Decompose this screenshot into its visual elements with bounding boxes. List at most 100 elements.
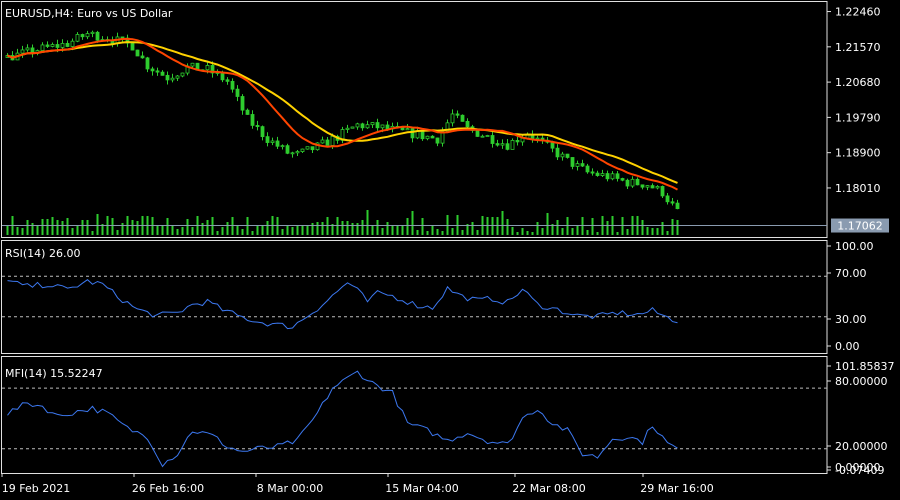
candle-bear — [360, 123, 365, 129]
volume-bar — [381, 228, 384, 235]
volume-bar — [646, 227, 649, 235]
price-tick-label: 1.21570 — [835, 41, 881, 54]
candle-bear — [620, 178, 625, 181]
volume-bar — [421, 218, 424, 235]
price-tick-label: 1.18010 — [835, 182, 881, 195]
volume-bar — [556, 220, 559, 235]
candle-bull — [380, 124, 385, 129]
volume-bar — [21, 228, 24, 235]
candle-bear — [325, 139, 330, 146]
volume-bar — [206, 220, 209, 235]
indicator-tick-label: -0.07409 — [835, 464, 884, 477]
candle-bull — [655, 186, 660, 189]
volume-bar — [366, 210, 369, 235]
volume-bar — [216, 231, 219, 235]
candle-bull — [40, 44, 45, 51]
candle-bull — [90, 31, 95, 34]
volume-bar — [521, 228, 524, 235]
candle-bull — [20, 49, 25, 54]
candle-bear — [375, 122, 380, 129]
candle-bull — [600, 173, 605, 176]
candle-bear — [550, 141, 555, 149]
candle-bear — [615, 173, 620, 179]
volume-bar — [641, 220, 644, 235]
indicator-tick-label: 100.00 — [835, 240, 874, 253]
candle-bear — [155, 70, 160, 73]
volume-bar — [181, 227, 184, 235]
volume-bar — [476, 230, 479, 235]
volume-bar — [586, 230, 589, 235]
candle-bear — [595, 172, 600, 176]
volume-bar — [261, 226, 264, 235]
volume-bar — [361, 220, 364, 235]
candle-bull — [630, 178, 635, 187]
candle-bear — [310, 146, 315, 151]
volume-bar — [71, 228, 74, 235]
candle-bear — [605, 173, 610, 180]
volume-bar — [541, 228, 544, 235]
chart-title: EURUSD,H4: Euro vs US Dollar — [5, 7, 173, 20]
price-tick-label: 1.19790 — [835, 111, 881, 124]
volume-bar — [36, 226, 39, 235]
volume-bar — [451, 228, 454, 235]
indicator-tick-label: 20.00000 — [835, 440, 888, 453]
volume-bar — [226, 222, 229, 235]
indicator-line — [7, 370, 678, 468]
candle-bull — [575, 163, 580, 167]
candle-bear — [475, 130, 480, 137]
indicator-tick-label: 70.00 — [835, 267, 867, 280]
volume-bar — [401, 225, 404, 235]
candle-bull — [365, 124, 370, 129]
candle-bear — [495, 143, 500, 146]
candle-bear — [465, 120, 470, 128]
x-tick-label: 22 Mar 08:00 — [512, 482, 585, 495]
volume-bar — [281, 229, 284, 235]
candle-bear — [385, 124, 390, 130]
volume-bar — [66, 218, 69, 235]
volume-bar — [111, 218, 114, 235]
candle-bear — [285, 145, 290, 154]
volume-bar — [131, 220, 134, 235]
candle-bear — [660, 186, 665, 197]
candle-bull — [190, 62, 195, 67]
candle-bull — [535, 137, 540, 140]
candle-bull — [610, 173, 615, 180]
candle-bull — [290, 152, 295, 155]
volume-bar — [186, 219, 189, 235]
candle-bear — [45, 44, 50, 47]
volume-bar — [56, 220, 59, 235]
candle-bear — [590, 171, 595, 174]
x-tick-label: 8 Mar 00:00 — [257, 482, 323, 495]
candle-bull — [480, 135, 485, 138]
volume-bar — [166, 218, 169, 235]
volume-bar — [536, 222, 539, 235]
candle-bull — [50, 44, 55, 47]
volume-bar — [461, 230, 464, 235]
candle-bull — [280, 145, 285, 148]
candle-bull — [175, 75, 180, 79]
volume-bar — [376, 220, 379, 235]
volume-bar — [386, 222, 389, 235]
main-panel-frame — [1, 1, 828, 238]
candle-bear — [435, 137, 440, 144]
candle-bear — [260, 126, 265, 138]
candle-bear — [225, 79, 230, 82]
volume-bar — [546, 213, 549, 235]
candle-bull — [405, 128, 410, 131]
candle-bull — [415, 130, 420, 139]
candle-bear — [140, 55, 145, 59]
volume-bar — [306, 226, 309, 235]
volume-bar — [446, 215, 449, 235]
candle-bear — [650, 185, 655, 189]
candle-bull — [85, 33, 90, 38]
volume-bar — [191, 227, 194, 235]
volume-bar — [411, 211, 414, 235]
volume-bar — [526, 231, 529, 235]
candle-bear — [165, 74, 170, 81]
candle-bull — [300, 148, 305, 152]
volume-bar — [291, 227, 294, 235]
chart-svg[interactable]: 1.22460 1.21570 1.20680 1.19790 1.18900 1.180… — [0, 0, 900, 500]
trading-chart[interactable]: 1.22460 1.21570 1.20680 1.19790 1.18900 1.180… — [0, 0, 900, 500]
volume-bar — [341, 221, 344, 235]
candle-bear — [240, 96, 245, 111]
